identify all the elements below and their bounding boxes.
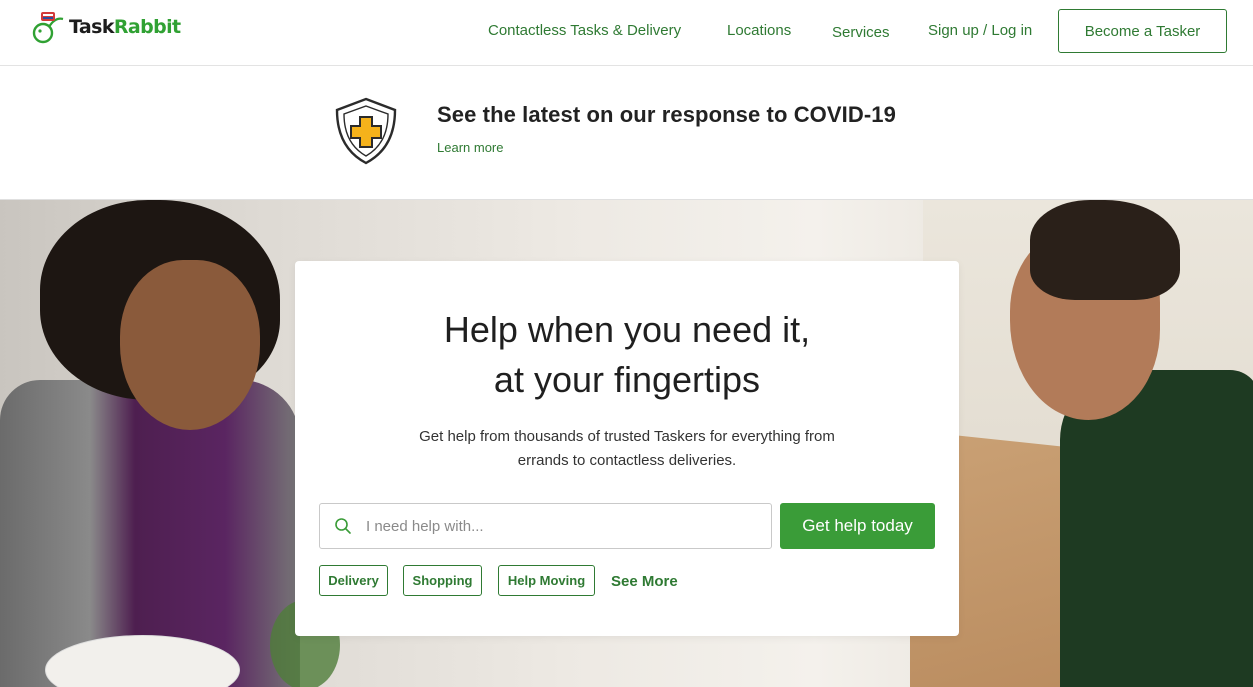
shield-plus-icon xyxy=(335,97,397,165)
nav-sign-up-log-in[interactable]: Sign up / Log in xyxy=(928,22,1032,39)
chip-shopping[interactable]: Shopping xyxy=(403,565,482,596)
hero-subtext: Get help from thousands of trusted Taske… xyxy=(419,428,835,469)
search-input[interactable] xyxy=(366,504,756,548)
search-box[interactable] xyxy=(319,503,772,549)
see-more-link[interactable]: See More xyxy=(611,573,678,590)
covid-title: See the latest on our response to COVID-… xyxy=(437,102,896,127)
search-icon xyxy=(335,518,351,534)
get-help-today-button[interactable]: Get help today xyxy=(780,503,935,549)
nav-contactless-tasks-delivery[interactable]: Contactless Tasks & Delivery xyxy=(488,22,681,39)
learn-more-link[interactable]: Learn more xyxy=(437,140,503,155)
taskrabbit-logo[interactable]: TaskRabbit xyxy=(29,8,181,46)
rabbit-logo-icon xyxy=(32,12,64,44)
logo-wordmark: TaskRabbit xyxy=(69,16,181,38)
hero-headline: Help when you need it, at your fingertip… xyxy=(443,309,811,400)
nav-locations[interactable]: Locations xyxy=(727,22,791,39)
chip-delivery[interactable]: Delivery xyxy=(319,565,388,596)
chip-help-moving[interactable]: Help Moving xyxy=(498,565,595,596)
nav-services[interactable]: Services xyxy=(832,24,890,41)
become-a-tasker-button[interactable]: Become a Tasker xyxy=(1058,9,1227,53)
site-header: TaskRabbit Contactless Tasks & Delivery … xyxy=(0,0,1253,66)
covid-banner: See the latest on our response to COVID-… xyxy=(0,66,1253,200)
hero-man-hair xyxy=(1030,200,1180,300)
search-card: Help when you need it, at your fingertip… xyxy=(295,261,959,636)
hero-woman-face xyxy=(120,260,260,430)
